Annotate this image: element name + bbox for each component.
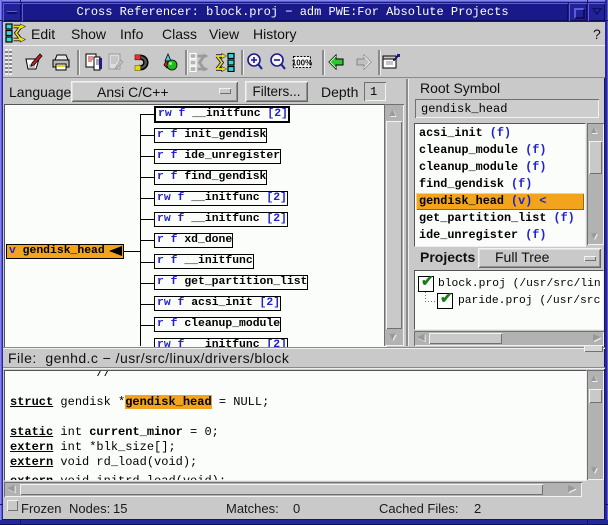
svg-text:100%: 100% <box>292 59 312 68</box>
